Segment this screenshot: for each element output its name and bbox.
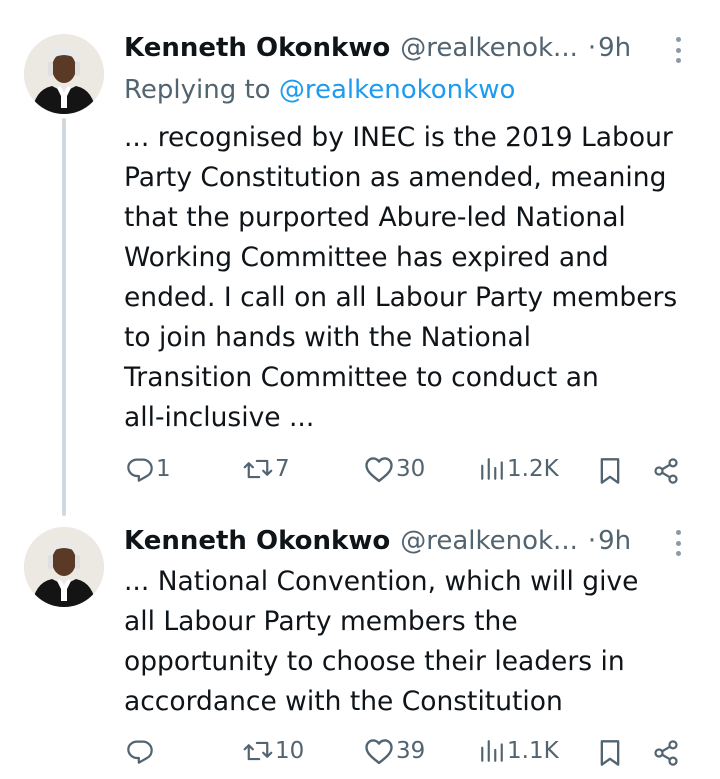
author-name[interactable]: Kenneth Okonkwo (124, 33, 390, 63)
tweet-text-line: ... recognised by INEC is the 2019 Labou… (124, 122, 673, 153)
more-icon[interactable] (674, 530, 682, 556)
separator-dot: · (587, 526, 597, 556)
share-icon (654, 458, 678, 484)
tweet-text-line: opportunity to choose their leaders in (124, 646, 625, 677)
share-icon (654, 740, 678, 766)
bookmark-button[interactable] (599, 739, 621, 767)
separator-dot: · (587, 33, 597, 63)
views-count: 1.2K (507, 456, 559, 482)
tweet-text-line: Transition Committee to conduct an (124, 362, 599, 393)
retweet-icon (243, 741, 273, 761)
like-count: 30 (396, 456, 426, 482)
tweet-header: Kenneth Okonkwo @realkenok... · 9h (124, 524, 690, 558)
heart-icon (365, 457, 393, 483)
replying-to: Replying to @realkenokonkwo (124, 75, 515, 105)
retweet-button[interactable]: 7 (243, 455, 290, 483)
tweet-text-line: ended. I call on all Labour Party member… (124, 282, 678, 313)
tweet-text-line: all-inclusive ... (124, 402, 315, 433)
reply-icon (127, 458, 153, 482)
tweet-text-line: that the purported Abure-led National (124, 202, 626, 233)
retweet-count: 7 (275, 456, 290, 482)
more-icon[interactable] (674, 37, 682, 63)
tweet-text-line: all Labour Party members the (124, 606, 518, 637)
share-button[interactable] (652, 457, 680, 485)
timestamp[interactable]: 9h (598, 526, 631, 556)
reply-button[interactable]: 1 (126, 455, 171, 483)
like-button[interactable]: 30 (364, 455, 425, 483)
avatar[interactable] (24, 527, 104, 607)
avatar[interactable] (24, 34, 104, 114)
tweet-actions: 1 7 30 1.2K (0, 455, 720, 489)
retweet-count: 10 (275, 738, 305, 764)
tweet-text-line: Working Committee has expired and (124, 242, 609, 273)
views-button[interactable]: 1.2K (479, 455, 559, 483)
tweet-text-line: to join hands with the National (124, 322, 532, 353)
views-count: 1.1K (507, 738, 559, 764)
tweet-actions: 10 39 1.1K (0, 737, 720, 771)
reply-count: 1 (156, 456, 171, 482)
author-handle[interactable]: @realkenok... (400, 33, 578, 63)
bookmark-button[interactable] (599, 457, 621, 485)
tweet-text-line: Party Constitution as amended, meaning (124, 162, 667, 193)
views-icon (481, 740, 503, 762)
views-icon (481, 458, 503, 480)
retweet-button[interactable]: 10 (243, 737, 304, 765)
author-name[interactable]: Kenneth Okonkwo (124, 526, 390, 556)
share-button[interactable] (652, 739, 680, 767)
tweet-header: Kenneth Okonkwo @realkenok... · 9h (124, 31, 690, 65)
like-button[interactable]: 39 (364, 737, 425, 765)
heart-icon (365, 739, 393, 765)
author-handle[interactable]: @realkenok... (400, 526, 578, 556)
like-count: 39 (396, 738, 426, 764)
replying-to-mention[interactable]: @realkenokonkwo (279, 75, 516, 105)
reply-icon (127, 740, 153, 764)
bookmark-icon (600, 458, 620, 484)
retweet-icon (243, 459, 273, 479)
views-button[interactable]: 1.1K (479, 737, 559, 765)
tweet-text: ... National Convention, which will give… (124, 562, 704, 722)
tweet-text: ... recognised by INEC is the 2019 Labou… (124, 118, 704, 438)
bookmark-icon (600, 740, 620, 766)
tweet-text-line: ... National Convention, which will give (124, 566, 639, 597)
timestamp[interactable]: 9h (598, 33, 631, 63)
reply-button[interactable] (126, 737, 156, 765)
tweet-text-line: accordance with the Constitution (124, 686, 563, 717)
replying-to-label: Replying to (124, 75, 271, 105)
